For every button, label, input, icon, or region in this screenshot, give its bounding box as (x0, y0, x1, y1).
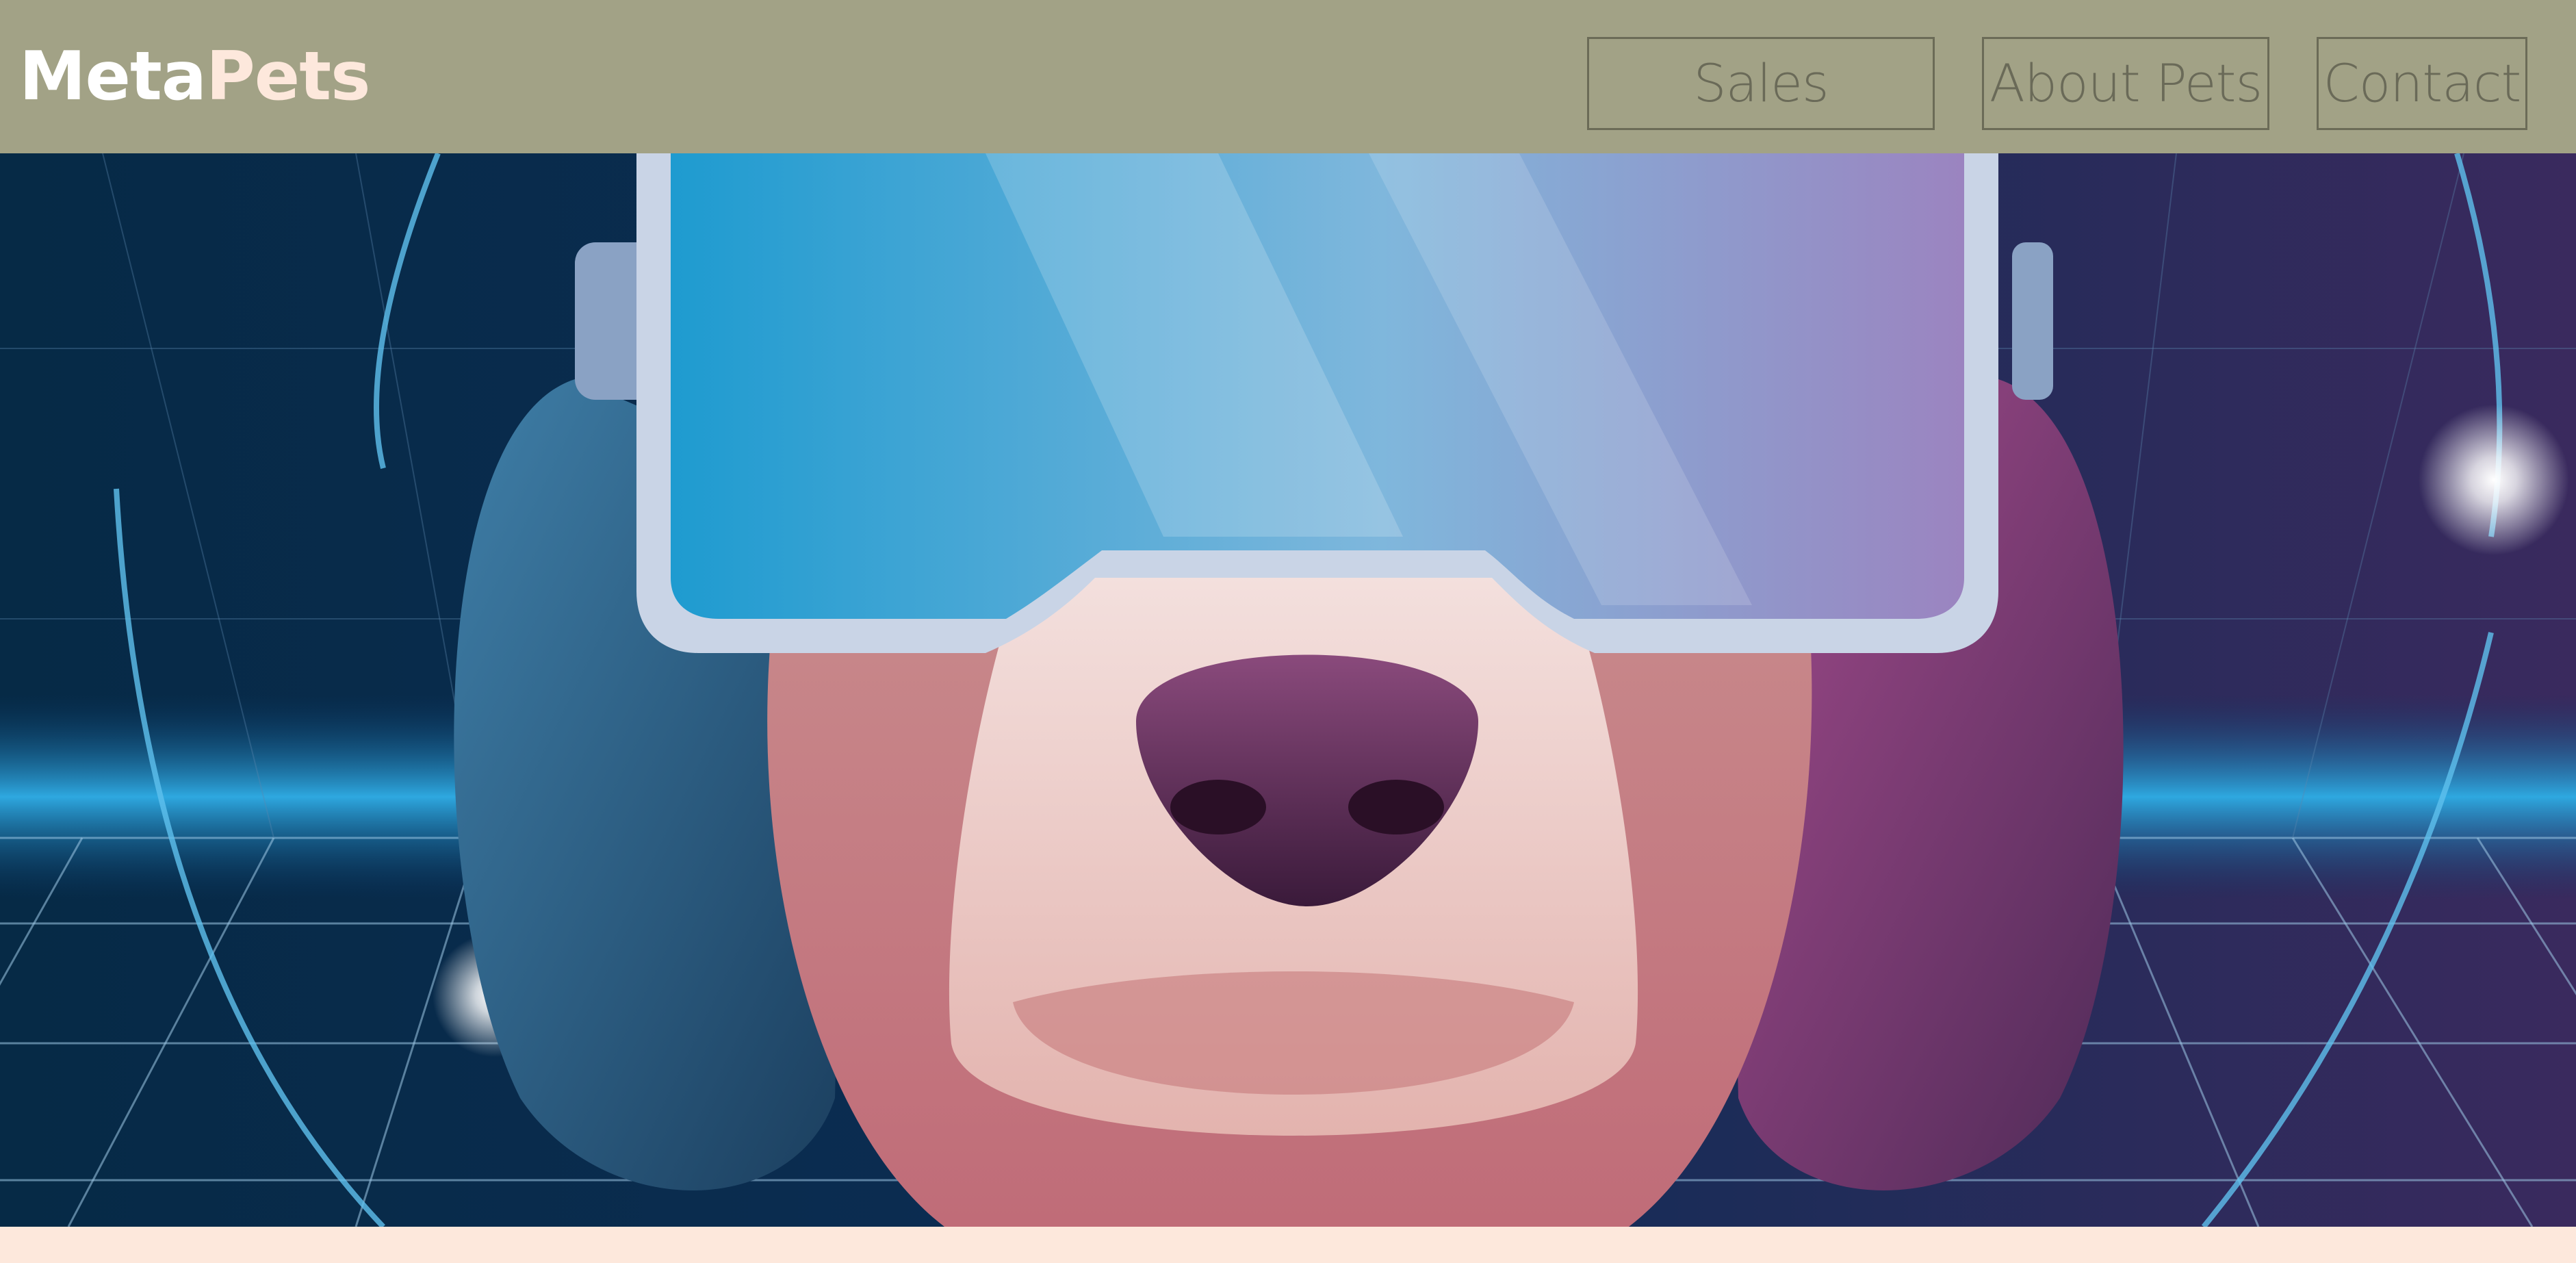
page-bottom-strip (0, 1227, 2576, 1263)
logo-pets-text: Pets (205, 38, 370, 116)
top-navbar: MetaPets Sales content About Pets Contac… (0, 0, 2576, 203)
nav-contact-button[interactable]: Contact (2317, 37, 2527, 130)
hero-banner (0, 153, 2576, 1227)
site-logo[interactable]: MetaPets (19, 36, 370, 118)
vr-dog-illustration (0, 153, 2576, 1227)
nav-sales-content-button[interactable]: Sales content (1587, 37, 1935, 203)
nav-about-pets-button[interactable]: About Pets (1982, 37, 2269, 130)
logo-meta-text: Meta (19, 38, 207, 116)
